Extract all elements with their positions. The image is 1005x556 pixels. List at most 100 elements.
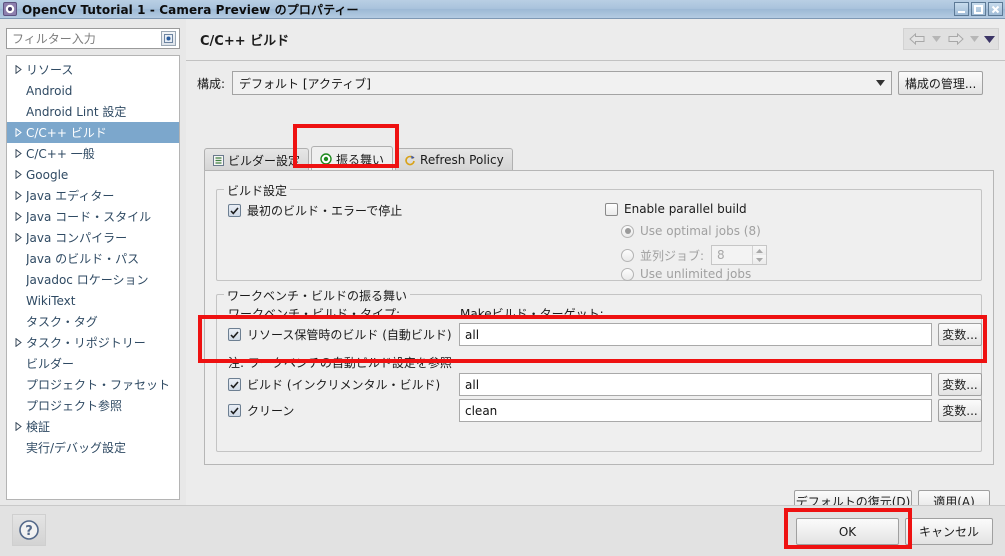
clean-target-input[interactable]: clean: [459, 399, 932, 422]
tab-2[interactable]: Refresh Policy: [395, 148, 513, 171]
sidebar-item-label: Java コンパイラー: [26, 231, 128, 245]
sidebar-item-18[interactable]: 実行/デバッグ設定: [7, 437, 179, 458]
build-on-resource-save-variables-button[interactable]: 変数...: [938, 323, 982, 346]
window-title: OpenCV Tutorial 1 - Camera Preview のプロパテ…: [22, 2, 359, 17]
workbench-build-type-label: ワークベンチ・ビルド・タイプ:: [228, 307, 401, 321]
sidebar-item-4[interactable]: C/C++ 一般: [7, 143, 179, 164]
incremental-build-checkbox[interactable]: ビルド (インクリメンタル・ビルド): [228, 376, 440, 393]
sidebar-item-15[interactable]: プロジェクト・ファセット: [7, 374, 179, 395]
sidebar-item-5[interactable]: Google: [7, 164, 179, 185]
checkbox-icon: [605, 202, 618, 216]
minimize-icon[interactable]: [954, 2, 969, 16]
sidebar-item-1[interactable]: Android: [7, 80, 179, 101]
search-input[interactable]: フィルター入力: [7, 30, 161, 47]
sidebar-item-14[interactable]: ビルダー: [7, 353, 179, 374]
build-on-resource-save-checkbox[interactable]: リソース保管時のビルド (自動ビルド): [228, 326, 452, 343]
workbench-build-behavior-group: ワークベンチ・ビルドの振る舞い ワークベンチ・ビルド・タイプ: Makeビルド・…: [216, 287, 982, 452]
sidebar-item-17[interactable]: 検証: [7, 416, 179, 437]
checkbox-icon: [228, 404, 241, 417]
enable-parallel-build-label: Enable parallel build: [624, 202, 747, 216]
close-icon[interactable]: [988, 2, 1003, 16]
chevron-right-icon[interactable]: [11, 170, 26, 179]
make-build-target-label: Makeビルド・ターゲット:: [460, 307, 604, 321]
stop-on-first-error-checkbox[interactable]: 最初のビルド・エラーで停止: [228, 202, 402, 219]
chevron-down-icon[interactable]: [869, 72, 891, 94]
sidebar-item-label: Android: [26, 83, 73, 98]
filter-clear-icon[interactable]: [161, 31, 176, 46]
build-on-resource-save-target-input[interactable]: all: [459, 323, 932, 346]
use-unlimited-jobs-radio[interactable]: Use unlimited jobs: [621, 267, 751, 281]
sidebar-item-13[interactable]: タスク・リポジトリー: [7, 332, 179, 353]
forward-arrow-icon[interactable]: [944, 30, 966, 48]
parallel-jobs-value: 8: [717, 248, 725, 262]
sidebar-item-10[interactable]: Javadoc ロケーション: [7, 269, 179, 290]
sidebar-item-9[interactable]: Java のビルド・パス: [7, 248, 179, 269]
sidebar-item-11[interactable]: WikiText: [7, 290, 179, 311]
tab-0[interactable]: ビルダー設定: [204, 148, 310, 171]
configuration-label: 構成:: [197, 76, 226, 91]
chevron-right-icon[interactable]: [11, 422, 26, 431]
sidebar-item-label: Google: [26, 167, 69, 182]
sidebar-item-label: Java のビルド・パス: [26, 252, 140, 266]
tab-1[interactable]: 振る舞い: [311, 146, 394, 171]
clean-checkbox[interactable]: クリーン: [228, 402, 294, 419]
stepper-up-icon[interactable]: [753, 246, 767, 255]
radio-icon: [621, 248, 634, 262]
chevron-right-icon[interactable]: [11, 338, 26, 347]
view-menu-chevron-down-icon[interactable]: [982, 30, 996, 48]
sidebar-item-6[interactable]: Java エディター: [7, 185, 179, 206]
svg-text:?: ?: [25, 524, 33, 539]
radio-icon: [621, 224, 634, 238]
enable-parallel-build-checkbox[interactable]: Enable parallel build: [605, 202, 747, 216]
sidebar-item-label: C/C++ 一般: [26, 147, 95, 161]
incremental-build-variables-button[interactable]: 変数...: [938, 373, 982, 396]
gear-icon: [3, 2, 17, 16]
use-optimal-jobs-radio[interactable]: Use optimal jobs (8): [621, 224, 761, 238]
sidebar-item-3[interactable]: C/C++ ビルド: [7, 122, 179, 143]
chevron-down-icon[interactable]: [929, 30, 943, 48]
parallel-jobs-label: 並列ジョブ:: [640, 248, 705, 263]
page-title: C/C++ ビルド: [200, 34, 290, 49]
sidebar-item-8[interactable]: Java コンパイラー: [7, 227, 179, 248]
configuration-select[interactable]: デフォルト [アクティブ]: [232, 71, 893, 95]
sidebar-item-16[interactable]: プロジェクト参照: [7, 395, 179, 416]
chevron-right-icon[interactable]: [11, 128, 26, 137]
tab-bar: ビルダー設定 振る舞い Refresh Policy: [204, 146, 994, 171]
sidebar-item-label: Java エディター: [26, 189, 115, 203]
clean-variables-button[interactable]: 変数...: [938, 399, 982, 422]
maximize-icon[interactable]: [971, 2, 986, 16]
chevron-right-icon[interactable]: [11, 191, 26, 200]
settings-tree[interactable]: リソース Android Android Lint 設定 C/C++ ビルド C/C++…: [6, 55, 180, 500]
chevron-right-icon[interactable]: [11, 212, 26, 221]
incremental-build-target-input[interactable]: all: [459, 373, 932, 396]
chevron-down-icon[interactable]: [967, 30, 981, 48]
ok-button[interactable]: OK: [796, 518, 899, 545]
sidebar-item-0[interactable]: リソース: [7, 59, 179, 80]
back-arrow-icon[interactable]: [906, 30, 928, 48]
parallel-jobs-stepper[interactable]: 8: [711, 245, 768, 265]
radio-green-icon: [320, 153, 332, 165]
help-icon[interactable]: ?: [12, 514, 46, 546]
sidebar-item-label: Java コード・スタイル: [26, 210, 152, 224]
window-controls: [954, 2, 1003, 16]
filter-input-wrap[interactable]: フィルター入力: [6, 28, 180, 49]
stepper-down-icon[interactable]: [753, 255, 767, 264]
checkbox-icon: [228, 328, 241, 341]
chevron-right-icon[interactable]: [11, 65, 26, 74]
sidebar-item-12[interactable]: タスク・タグ: [7, 311, 179, 332]
chevron-right-icon[interactable]: [11, 233, 26, 242]
cancel-button[interactable]: キャンセル: [905, 518, 993, 545]
sidebar-item-2[interactable]: Android Lint 設定: [7, 101, 179, 122]
chevron-right-icon[interactable]: [11, 149, 26, 158]
sidebar-item-label: プロジェクト参照: [26, 399, 123, 413]
manage-configurations-button[interactable]: 構成の管理...: [898, 71, 984, 95]
parallel-jobs-radio[interactable]: 並列ジョブ: 8: [621, 245, 768, 265]
sidebar: フィルター入力 リソース Android Android Lint 設定 C/C++ …: [0, 19, 186, 505]
sidebar-item-7[interactable]: Java コード・スタイル: [7, 206, 179, 227]
settings-content: 構成: デフォルト [アクティブ] 構成の管理... ビルダー設定 振る舞い Ref…: [197, 69, 994, 513]
stepper-buttons[interactable]: [752, 246, 767, 264]
stop-on-first-error-label: 最初のビルド・エラーで停止: [247, 204, 403, 218]
refresh-key-icon: [404, 154, 416, 166]
sidebar-item-label: プロジェクト・ファセット: [26, 378, 171, 392]
build-settings-group: ビルド設定 最初のビルド・エラーで停止 Enable parallel buil…: [216, 182, 982, 281]
